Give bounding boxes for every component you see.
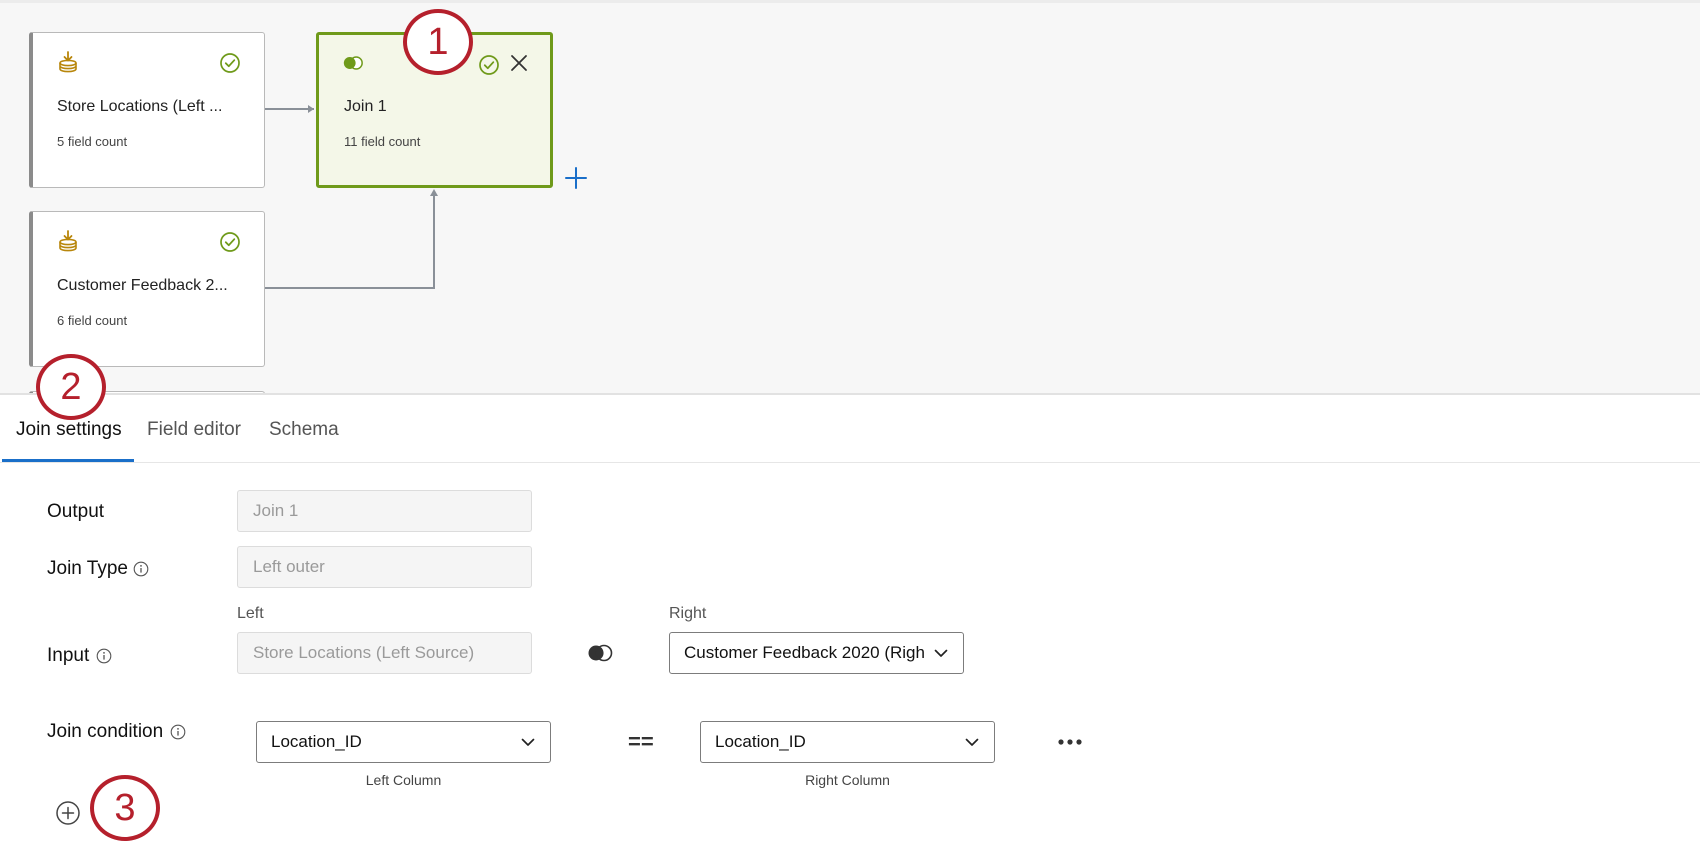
node-store-locations[interactable]: Store Locations (Left ... 5 field count [29, 32, 265, 188]
input-left-label: Left [237, 605, 264, 622]
check-circle-icon [220, 232, 240, 252]
input-label: Input [47, 645, 90, 666]
node-field-count: 5 field count [57, 134, 128, 149]
node-title: Join 1 [344, 98, 387, 115]
equals-operator: == [628, 729, 654, 754]
join-type-field[interactable]: Left outer [237, 546, 532, 588]
active-tab-indicator [2, 459, 134, 462]
output-label: Output [47, 501, 105, 522]
chevron-down-icon [521, 738, 535, 746]
selected-value: Location_ID [271, 732, 362, 751]
node-title: Store Locations (Left ... [57, 98, 223, 115]
left-column-caption: Left Column [365, 772, 442, 788]
tab-bar: Join settings Field editor Schema [0, 395, 1700, 463]
input-right-label: Right [669, 605, 707, 622]
more-options-icon[interactable] [1055, 732, 1085, 752]
input-left-field[interactable]: Store Locations (Left Source) [237, 632, 532, 674]
selected-value: Customer Feedback 2020 (Right Source) [684, 643, 925, 662]
join-venn-icon [343, 56, 363, 70]
input-right-select[interactable]: Customer Feedback 2020 (Right Source) [669, 632, 964, 674]
join-venn-icon [588, 644, 613, 662]
dataset-icon [59, 51, 77, 73]
node-field-count: 6 field count [57, 313, 128, 328]
join-condition-label: Join condition [47, 721, 164, 742]
pipeline-canvas: Store Locations (Left ... 5 field count … [0, 0, 1700, 393]
callout-badge: 1 [403, 9, 473, 75]
right-column-select[interactable]: Location_ID [700, 721, 995, 763]
check-circle-icon [220, 53, 240, 73]
left-column-select[interactable]: Location_ID [256, 721, 551, 763]
chevron-down-icon [965, 738, 979, 746]
output-field[interactable]: Join 1 [237, 490, 532, 532]
tab-join-settings[interactable]: Join settings [16, 419, 122, 441]
callout-badge: 2 [36, 354, 106, 420]
selected-value: Location_ID [715, 732, 806, 751]
info-icon[interactable] [96, 648, 112, 664]
info-icon[interactable] [170, 724, 186, 740]
close-icon[interactable] [508, 52, 530, 74]
join-type-label: Join Type [47, 558, 128, 579]
right-column-caption: Right Column [805, 772, 890, 788]
tab-field-editor[interactable]: Field editor [147, 419, 241, 441]
callout-badge: 3 [90, 775, 160, 841]
tab-schema[interactable]: Schema [269, 419, 339, 441]
chevron-down-icon [934, 649, 948, 657]
add-condition-icon[interactable] [55, 800, 81, 826]
info-icon[interactable] [133, 561, 149, 577]
dataset-icon [59, 230, 77, 252]
settings-panel: Join settings Field editor Schema Output… [0, 393, 1700, 850]
check-circle-icon [479, 55, 499, 75]
plus-icon[interactable] [564, 166, 588, 190]
node-title: Customer Feedback 2... [57, 277, 228, 294]
node-field-count: 11 field count [344, 134, 421, 149]
node-customer-feedback[interactable]: Customer Feedback 2... 6 field count [29, 211, 265, 367]
